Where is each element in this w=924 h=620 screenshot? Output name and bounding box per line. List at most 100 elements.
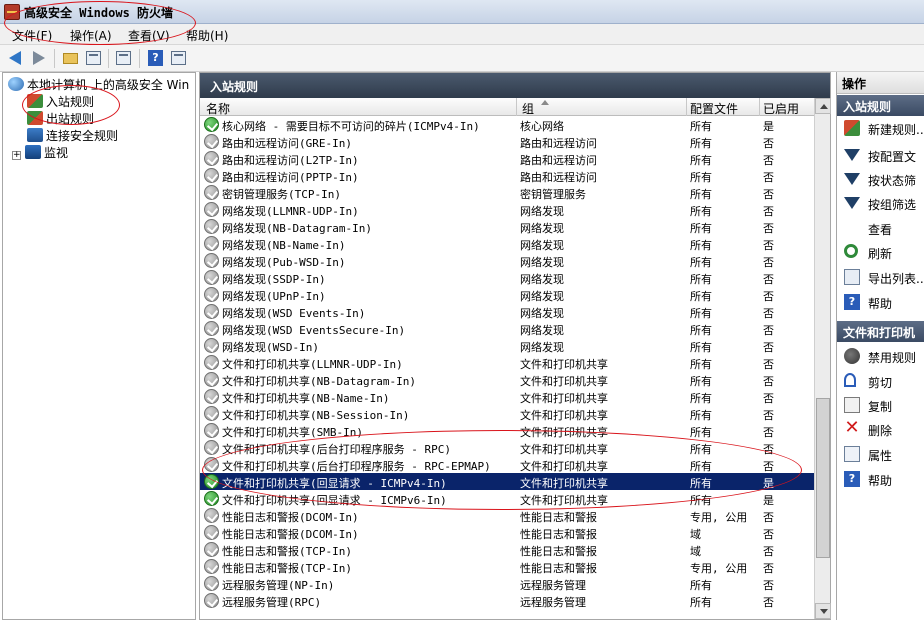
- table-row[interactable]: 性能日志和警报(TCP-In) 性能日志和警报 专用, 公用 否: [200, 558, 814, 575]
- back-button[interactable]: [6, 49, 25, 68]
- table-row[interactable]: 性能日志和警报(DCOM-In) 性能日志和警报 专用, 公用 否: [200, 507, 814, 524]
- column-divider[interactable]: [516, 98, 517, 116]
- window-title: 高级安全 Windows 防火墙: [24, 6, 174, 20]
- action-help[interactable]: ? 帮助: [837, 467, 924, 491]
- column-name[interactable]: 名称: [206, 100, 230, 117]
- rule-enabled: 否: [763, 579, 774, 592]
- table-row[interactable]: 文件和打印机共享(回显请求 - ICMPv6-In) 文件和打印机共享 所有 是: [200, 490, 814, 507]
- help-button[interactable]: ?: [146, 49, 165, 68]
- rule-group: 路由和远程访问: [520, 171, 597, 184]
- table-row[interactable]: 网络发现(WSD EventsSecure-In) 网络发现 所有 否: [200, 320, 814, 337]
- table-row[interactable]: 远程服务管理(NP-In) 远程服务管理 所有 否: [200, 575, 814, 592]
- scroll-thumb[interactable]: [816, 398, 830, 558]
- table-row[interactable]: 文件和打印机共享(LLMNR-UDP-In) 文件和打印机共享 所有 否: [200, 354, 814, 371]
- table-row[interactable]: 性能日志和警报(DCOM-In) 性能日志和警报 域 否: [200, 524, 814, 541]
- rule-enabled: 否: [763, 222, 774, 235]
- action-refresh[interactable]: 刷新: [837, 240, 924, 264]
- table-row[interactable]: 路由和远程访问(L2TP-In) 路由和远程访问 所有 否: [200, 150, 814, 167]
- inbound-rules-icon: [27, 94, 43, 108]
- menu-bar: 文件(F) 操作(A) 查看(V) 帮助(H): [0, 24, 924, 45]
- menu-view[interactable]: 查看(V): [128, 27, 170, 44]
- action-view[interactable]: 查看: [837, 216, 924, 240]
- expand-icon[interactable]: +: [12, 151, 21, 160]
- action-copy[interactable]: 复制: [837, 393, 924, 417]
- table-row[interactable]: 性能日志和警报(TCP-In) 性能日志和警报 域 否: [200, 541, 814, 558]
- table-row[interactable]: 远程服务管理(RPC) 远程服务管理 所有 否: [200, 592, 814, 609]
- action-new-rule[interactable]: 新建规则...: [837, 116, 924, 140]
- rule-enabled: 否: [763, 256, 774, 269]
- column-group[interactable]: 组: [522, 100, 534, 117]
- table-row[interactable]: 密钥管理服务(TCP-In) 密钥管理服务 所有 否: [200, 184, 814, 201]
- table-row[interactable]: 网络发现(WSD Events-In) 网络发现 所有 否: [200, 303, 814, 320]
- rule-enabled: 否: [763, 392, 774, 405]
- column-divider[interactable]: [759, 98, 760, 116]
- tree-item-monitoring[interactable]: + 监视: [12, 144, 68, 161]
- column-profile[interactable]: 配置文件: [690, 100, 738, 117]
- table-row[interactable]: 文件和打印机共享(NB-Datagram-In) 文件和打印机共享 所有 否: [200, 371, 814, 388]
- actions-section-selected-rule[interactable]: 文件和打印机: [837, 321, 924, 342]
- action-disable-rule[interactable]: 禁用规则: [837, 344, 924, 368]
- sort-ascending-icon: [541, 100, 549, 105]
- tree-item-inbound[interactable]: 入站规则: [27, 93, 94, 110]
- rule-profile: 所有: [690, 137, 712, 150]
- table-row[interactable]: 文件和打印机共享(NB-Name-In) 文件和打印机共享 所有 否: [200, 388, 814, 405]
- rule-disabled-icon: [204, 253, 219, 268]
- table-row[interactable]: 网络发现(SSDP-In) 网络发现 所有 否: [200, 269, 814, 286]
- table-row[interactable]: 路由和远程访问(PPTP-In) 路由和远程访问 所有 否: [200, 167, 814, 184]
- rule-disabled-icon: [204, 134, 219, 149]
- action-help[interactable]: ? 帮助: [837, 290, 924, 314]
- column-header: 名称 组 配置文件 已启用: [200, 98, 814, 116]
- table-row[interactable]: 网络发现(WSD-In) 网络发现 所有 否: [200, 337, 814, 354]
- rule-enabled: 否: [763, 273, 774, 286]
- table-row[interactable]: 网络发现(Pub-WSD-In) 网络发现 所有 否: [200, 252, 814, 269]
- table-row[interactable]: 文件和打印机共享(回显请求 - ICMPv4-In) 文件和打印机共享 所有 是: [200, 473, 814, 490]
- action-label: 新建规则...: [868, 123, 924, 137]
- action-filter-by-state[interactable]: 按状态筛: [837, 167, 924, 191]
- table-row[interactable]: 文件和打印机共享(后台打印程序服务 - RPC-EPMAP) 文件和打印机共享 所有…: [200, 456, 814, 473]
- action-filter-by-group[interactable]: 按组筛选: [837, 191, 924, 215]
- tree-item-outbound[interactable]: 出站规则: [27, 110, 94, 127]
- menu-help[interactable]: 帮助(H): [186, 27, 228, 44]
- action-export-list[interactable]: 导出列表...: [837, 265, 924, 289]
- action-delete[interactable]: ✕ 删除: [837, 417, 924, 441]
- action-properties[interactable]: 属性: [837, 442, 924, 466]
- column-enabled[interactable]: 已启用: [763, 100, 799, 117]
- rule-profile: 所有: [690, 171, 712, 184]
- rule-enabled: 否: [763, 205, 774, 218]
- menu-file[interactable]: 文件(F): [12, 27, 52, 44]
- table-row[interactable]: 路由和远程访问(GRE-In) 路由和远程访问 所有 否: [200, 133, 814, 150]
- table-row[interactable]: 文件和打印机共享(NB-Session-In) 文件和打印机共享 所有 否: [200, 405, 814, 422]
- rule-disabled-icon: [204, 287, 219, 302]
- action-label: 禁用规则: [868, 351, 917, 365]
- tree-root-label: 本地计算机 上的高级安全 Win: [27, 78, 190, 92]
- table-row[interactable]: 文件和打印机共享(SMB-In) 文件和打印机共享 所有 否: [200, 422, 814, 439]
- vertical-scrollbar[interactable]: [814, 98, 831, 619]
- rule-enabled: 否: [763, 171, 774, 184]
- show-hide-tree-button[interactable]: [84, 49, 103, 68]
- action-cut[interactable]: 剪切: [837, 369, 924, 393]
- up-level-button[interactable]: [61, 49, 80, 68]
- rule-group: 网络发现: [520, 273, 564, 286]
- rule-disabled-icon: [204, 593, 219, 608]
- forward-button[interactable]: [29, 49, 48, 68]
- scroll-down-button[interactable]: [815, 603, 831, 619]
- export-list-button[interactable]: [114, 49, 133, 68]
- toolbar-separator: [108, 49, 109, 68]
- table-row[interactable]: 网络发现(NB-Name-In) 网络发现 所有 否: [200, 235, 814, 252]
- table-row[interactable]: 网络发现(LLMNR-UDP-In) 网络发现 所有 否: [200, 201, 814, 218]
- scroll-up-button[interactable]: [815, 98, 831, 114]
- show-hide-action-pane-button[interactable]: [169, 49, 188, 68]
- tree-item-connection-security[interactable]: 连接安全规则: [27, 127, 118, 144]
- tree-root[interactable]: 本地计算机 上的高级安全 Win: [8, 76, 189, 93]
- actions-section-inbound[interactable]: 入站规则: [837, 95, 924, 116]
- table-row[interactable]: 核心网络 - 需要目标不可访问的碎片(ICMPv4-In) 核心网络 所有 是: [200, 116, 814, 133]
- rule-group: 文件和打印机共享: [520, 494, 608, 507]
- action-label: 帮助: [868, 297, 893, 311]
- table-row[interactable]: 网络发现(UPnP-In) 网络发现 所有 否: [200, 286, 814, 303]
- column-divider[interactable]: [686, 98, 687, 116]
- table-row[interactable]: 文件和打印机共享(后台打印程序服务 - RPC) 文件和打印机共享 所有 否: [200, 439, 814, 456]
- action-filter-by-profile[interactable]: 按配置文: [837, 143, 924, 167]
- menu-action[interactable]: 操作(A): [70, 27, 112, 44]
- table-row[interactable]: 网络发现(NB-Datagram-In) 网络发现 所有 否: [200, 218, 814, 235]
- rule-enabled: 否: [763, 545, 774, 558]
